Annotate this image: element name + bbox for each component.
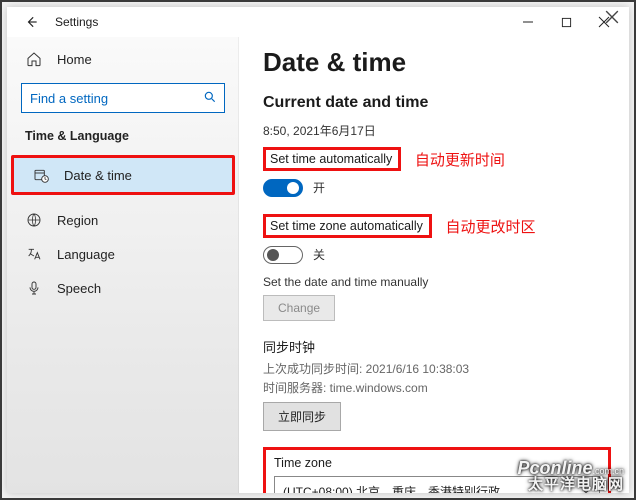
annotation-box-timezone: Time zone (UTC+08:00) 北京，重庆，香港特别行政	[263, 447, 611, 493]
nav-region[interactable]: Region	[7, 203, 239, 237]
nav-speech[interactable]: Speech	[7, 271, 239, 305]
timezone-heading: Time zone	[274, 456, 600, 470]
minimize-icon	[522, 16, 534, 28]
sidebar-group-heading: Time & Language	[7, 123, 239, 153]
search-input[interactable]	[21, 83, 225, 113]
timezone-select[interactable]: (UTC+08:00) 北京，重庆，香港特别行政	[274, 476, 600, 493]
sync-last-success: 上次成功同步时间: 2021/6/16 10:38:03	[263, 360, 611, 377]
nav-home-label: Home	[57, 52, 92, 67]
toggle-set-time-auto[interactable]	[263, 179, 303, 197]
sync-clock-heading: 同步时钟	[263, 337, 611, 356]
chevron-down-icon	[581, 486, 591, 493]
sidebar: Home Time & Language Date & time	[7, 37, 239, 493]
sync-server: 时间服务器: time.windows.com	[263, 379, 611, 396]
arrow-left-icon	[25, 15, 39, 29]
nav-language[interactable]: Language	[7, 237, 239, 271]
current-datetime-heading: Current date and time	[263, 94, 611, 112]
nav-date-time-label: Date & time	[64, 168, 132, 183]
timezone-value: (UTC+08:00) 北京，重庆，香港特别行政	[283, 483, 500, 494]
main-content: Date & time Current date and time 8:50, …	[239, 37, 629, 493]
back-button[interactable]	[13, 7, 51, 37]
maximize-icon	[561, 17, 572, 28]
outer-frame-close-icon	[592, 4, 632, 30]
toggle-set-tz-auto-state: 关	[313, 246, 325, 263]
nav-region-label: Region	[57, 213, 98, 228]
calendar-clock-icon	[32, 166, 50, 184]
language-icon	[25, 245, 43, 263]
home-icon	[25, 50, 43, 68]
minimize-button[interactable]	[509, 7, 547, 37]
annotation-set-time-auto: 自动更新时间	[415, 152, 505, 169]
change-button[interactable]: Change	[263, 295, 335, 321]
search-icon	[203, 90, 217, 104]
window-title: Settings	[55, 15, 98, 29]
nav-date-time[interactable]: Date & time	[14, 158, 232, 192]
annotation-box-datetime: Date & time	[11, 155, 235, 195]
microphone-icon	[25, 279, 43, 297]
page-title: Date & time	[263, 47, 611, 78]
current-datetime-value: 8:50, 2021年6月17日	[263, 122, 611, 139]
toggle-set-time-auto-state: 开	[313, 179, 325, 196]
sync-now-button[interactable]: 立即同步	[263, 402, 341, 431]
maximize-button[interactable]	[547, 7, 585, 37]
titlebar: Settings	[7, 7, 629, 37]
nav-language-label: Language	[57, 247, 115, 262]
annotation-set-tz-auto: 自动更改时区	[445, 219, 535, 236]
globe-icon	[25, 211, 43, 229]
set-manual-label: Set the date and time manually	[263, 275, 611, 289]
set-tz-auto-label: Set time zone automatically	[263, 214, 432, 238]
toggle-set-tz-auto[interactable]	[263, 246, 303, 264]
nav-speech-label: Speech	[57, 281, 101, 296]
set-time-auto-label: Set time automatically	[263, 147, 401, 171]
settings-window: Settings Home	[7, 7, 629, 493]
nav-home[interactable]: Home	[7, 43, 239, 75]
